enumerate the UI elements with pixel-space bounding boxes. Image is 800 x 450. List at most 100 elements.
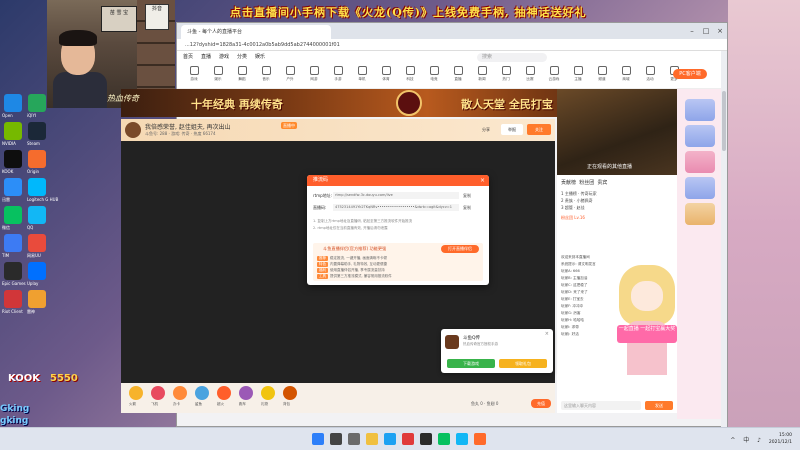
- category-item[interactable]: 体育: [373, 66, 399, 88]
- desktop-icon-2[interactable]: [4, 122, 22, 140]
- explorer-icon[interactable]: [366, 433, 378, 445]
- rtmp-field[interactable]: rtmp://sendfw-3c.douyu.com/live: [333, 192, 459, 199]
- category-item[interactable]: 主播: [565, 66, 591, 88]
- category-item[interactable]: 户外: [277, 66, 303, 88]
- qq-icon[interactable]: [456, 433, 468, 445]
- maximize-icon[interactable]: □: [701, 26, 711, 36]
- desktop-icon-14[interactable]: [4, 290, 22, 308]
- nav-game[interactable]: 游戏: [219, 53, 229, 60]
- follow-button[interactable]: 关注: [527, 124, 551, 135]
- category-item[interactable]: 直播: [445, 66, 471, 88]
- gift-card-icon[interactable]: [173, 386, 187, 400]
- desktop-icon-0[interactable]: [4, 94, 22, 112]
- address-bar[interactable]: ...12?dyshid=1828a31-4c0012a0b5ab9dd5ab2…: [177, 39, 727, 51]
- desktop-icon-1[interactable]: [28, 94, 46, 112]
- recharge-button[interactable]: 充值: [531, 399, 551, 408]
- desktop-icon-10[interactable]: [4, 234, 22, 252]
- nav-live[interactable]: 直播: [201, 53, 211, 60]
- side-tab[interactable]: 贡献榜: [561, 180, 576, 186]
- desktop-icon-7[interactable]: [28, 178, 46, 196]
- claim-gift-button[interactable]: 领取礼包: [499, 359, 547, 368]
- gift-plane-icon[interactable]: [151, 386, 165, 400]
- side-tab[interactable]: 贵宾: [597, 180, 607, 186]
- copy-code-button[interactable]: 复制: [463, 205, 471, 211]
- backpack-icon[interactable]: [283, 386, 297, 400]
- desktop-icon-15[interactable]: [28, 290, 46, 308]
- category-item[interactable]: 科技: [397, 66, 423, 88]
- fan-club[interactable]: 粉丝团 Lv.16: [561, 215, 673, 221]
- open-companion-button[interactable]: 打开直播伴侣: [441, 245, 479, 253]
- category-item[interactable]: 比赛: [517, 66, 543, 88]
- category-item[interactable]: 频道: [589, 66, 615, 88]
- preview-video[interactable]: 正在观看的其他直播: [557, 89, 677, 175]
- sidebar-app-icon[interactable]: [685, 125, 715, 147]
- search-icon[interactable]: [330, 433, 342, 445]
- desktop-icon-11[interactable]: [28, 234, 46, 252]
- gift-car-icon[interactable]: [239, 386, 253, 400]
- desktop-icon-9[interactable]: [28, 206, 46, 224]
- category-item[interactable]: 云游戏: [541, 66, 567, 88]
- gift-box-icon[interactable]: [261, 386, 275, 400]
- sidebar-app-icon[interactable]: [685, 177, 715, 199]
- nav-category[interactable]: 分类: [237, 53, 247, 60]
- close-icon[interactable]: ×: [715, 26, 725, 36]
- category-item[interactable]: 娱乐: [205, 66, 231, 88]
- desktop-icon-4[interactable]: [4, 150, 22, 168]
- category-item[interactable]: 活动: [637, 66, 663, 88]
- wechat-icon[interactable]: [438, 433, 450, 445]
- pc-client-button[interactable]: PC客户端: [673, 69, 707, 79]
- chat-input[interactable]: 这里输入聊天内容: [561, 401, 641, 410]
- douyu-icon[interactable]: [474, 433, 486, 445]
- search-input[interactable]: 搜索: [477, 53, 547, 62]
- category-icon: [429, 66, 439, 75]
- minimize-icon[interactable]: –: [687, 26, 697, 36]
- desktop-icon-13[interactable]: [28, 262, 46, 280]
- app-icon[interactable]: [402, 433, 414, 445]
- scroll-thumb[interactable]: [722, 91, 726, 151]
- share-button[interactable]: 分享: [476, 124, 496, 135]
- modal-close-icon[interactable]: ×: [480, 175, 485, 186]
- category-item[interactable]: 音乐: [253, 66, 279, 88]
- desktop-icon-5[interactable]: [28, 150, 46, 168]
- clock[interactable]: 15:00 2021/12/1: [769, 432, 792, 446]
- desktop-icon-3[interactable]: [28, 122, 46, 140]
- nav-home[interactable]: 首页: [183, 53, 193, 60]
- copy-rtmp-button[interactable]: 复制: [463, 193, 471, 199]
- category-item[interactable]: 游戏: [181, 66, 207, 88]
- desktop-icon-8[interactable]: [4, 206, 22, 224]
- mascot-banner[interactable]: 一起直播 一起打宝赢大奖: [617, 325, 677, 343]
- gift-shark-icon[interactable]: [195, 386, 209, 400]
- code-field[interactable]: 4752314491Yk2TKqNRv••••••••••••••••••&ds…: [333, 204, 459, 211]
- category-item[interactable]: 电竞: [421, 66, 447, 88]
- category-item[interactable]: 网游: [301, 66, 327, 88]
- side-tab[interactable]: 粉丝团: [579, 180, 594, 186]
- streamer-avatar[interactable]: [125, 122, 141, 138]
- browser-tab[interactable]: 斗鱼 - 每个人的直播平台: [181, 25, 331, 39]
- category-item[interactable]: 手游: [325, 66, 351, 88]
- nav-ent[interactable]: 娱乐: [255, 53, 265, 60]
- category-item[interactable]: 舞蹈: [229, 66, 255, 88]
- desktop-icon-6[interactable]: [4, 178, 22, 196]
- category-item[interactable]: 商城: [613, 66, 639, 88]
- send-button[interactable]: 发送: [645, 401, 673, 410]
- sidebar-app-icon[interactable]: [685, 99, 715, 121]
- download-game-button[interactable]: 下载游戏: [447, 359, 495, 368]
- sidebar-app-icon[interactable]: [685, 151, 715, 173]
- sidebar-app-icon[interactable]: [685, 203, 715, 225]
- gift-fire-icon[interactable]: [217, 386, 231, 400]
- taskview-icon[interactable]: [348, 433, 360, 445]
- browser-icon[interactable]: [384, 433, 396, 445]
- category-icon: [357, 66, 367, 75]
- report-button[interactable]: 举报: [501, 124, 523, 135]
- obs-icon[interactable]: [420, 433, 432, 445]
- desktop-icon-12[interactable]: [4, 262, 22, 280]
- system-tray[interactable]: ^ 中 ♪: [730, 435, 764, 444]
- page-scrollbar[interactable]: [721, 51, 727, 428]
- url-text[interactable]: ...12?dyshid=1828a31-4c0012a0b5ab9dd5ab2…: [185, 40, 605, 50]
- category-item[interactable]: 新闻: [469, 66, 495, 88]
- start-icon[interactable]: [312, 433, 324, 445]
- popup-close-icon[interactable]: ×: [545, 331, 549, 337]
- category-item[interactable]: 单机: [349, 66, 375, 88]
- category-item[interactable]: 热门: [493, 66, 519, 88]
- gift-rocket-icon[interactable]: [129, 386, 143, 400]
